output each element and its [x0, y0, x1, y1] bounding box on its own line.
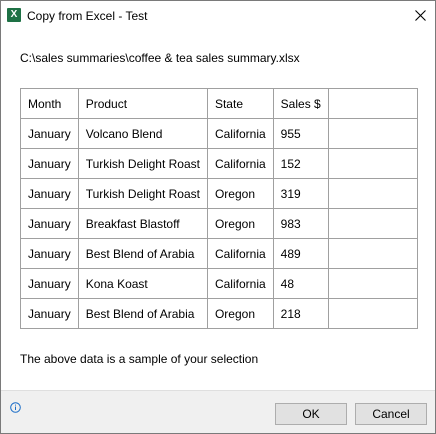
cell-sales: 983 [272, 208, 329, 239]
cell-empty [327, 118, 419, 149]
cell-product: Best Blend of Arabia [77, 238, 208, 269]
cell-sales: 489 [272, 238, 329, 269]
dialog-window: X Copy from Excel - Test C:\sales summar… [0, 0, 436, 434]
table-row: January Best Blend of Arabia California … [20, 238, 419, 269]
cell-month: January [20, 238, 79, 269]
cell-product: Kona Koast [77, 268, 208, 299]
dialog-footer: OK Cancel [1, 390, 435, 433]
table-row: January Kona Koast California 48 [20, 268, 419, 299]
cell-state: Oregon [206, 208, 274, 239]
cell-month: January [20, 148, 79, 179]
cell-month: January [20, 208, 79, 239]
column-header-state: State [206, 88, 274, 119]
cell-state: California [206, 148, 274, 179]
cell-product: Turkish Delight Roast [77, 178, 208, 209]
cell-month: January [20, 268, 79, 299]
table-row: January Volcano Blend California 955 [20, 118, 419, 149]
column-header-month: Month [20, 88, 79, 119]
cell-empty [327, 268, 419, 299]
file-path-label: C:\sales summaries\coffee & tea sales su… [20, 51, 300, 65]
cell-sales: 48 [272, 268, 329, 299]
sample-data-table: Month Product State Sales $ January Volc… [20, 88, 419, 329]
table-row: January Breakfast Blastoff Oregon 983 [20, 208, 419, 239]
table-row: January Turkish Delight Roast California… [20, 148, 419, 179]
excel-app-icon: X [7, 8, 21, 22]
table-row: January Turkish Delight Roast Oregon 319 [20, 178, 419, 209]
cancel-button[interactable]: Cancel [355, 403, 427, 425]
cell-month: January [20, 298, 79, 329]
column-header-product: Product [77, 88, 208, 119]
table-row: January Best Blend of Arabia Oregon 218 [20, 298, 419, 329]
cell-sales: 955 [272, 118, 329, 149]
cell-empty [327, 178, 419, 209]
cell-sales: 319 [272, 178, 329, 209]
title-bar[interactable]: X Copy from Excel - Test [1, 1, 435, 31]
cell-empty [327, 298, 419, 329]
cell-product: Best Blend of Arabia [77, 298, 208, 329]
ok-button[interactable]: OK [275, 403, 347, 425]
cell-product: Volcano Blend [77, 118, 208, 149]
info-icon[interactable] [10, 402, 21, 413]
sample-caption: The above data is a sample of your selec… [20, 352, 259, 366]
cell-sales: 218 [272, 298, 329, 329]
cell-empty [327, 238, 419, 269]
column-header-sales: Sales $ [272, 88, 329, 119]
window-title: Copy from Excel - Test [27, 9, 148, 23]
cell-empty [327, 148, 419, 179]
cell-month: January [20, 118, 79, 149]
table-header-row: Month Product State Sales $ [20, 88, 419, 119]
cell-state: California [206, 238, 274, 269]
cell-empty [327, 208, 419, 239]
cell-state: California [206, 268, 274, 299]
column-header-empty [327, 88, 419, 119]
close-button[interactable] [405, 1, 435, 29]
cell-product: Breakfast Blastoff [77, 208, 208, 239]
cell-sales: 152 [272, 148, 329, 179]
cell-state: Oregon [206, 178, 274, 209]
cell-state: California [206, 118, 274, 149]
cell-state: Oregon [206, 298, 274, 329]
cell-month: January [20, 178, 79, 209]
close-icon [414, 9, 426, 21]
cell-product: Turkish Delight Roast [77, 148, 208, 179]
